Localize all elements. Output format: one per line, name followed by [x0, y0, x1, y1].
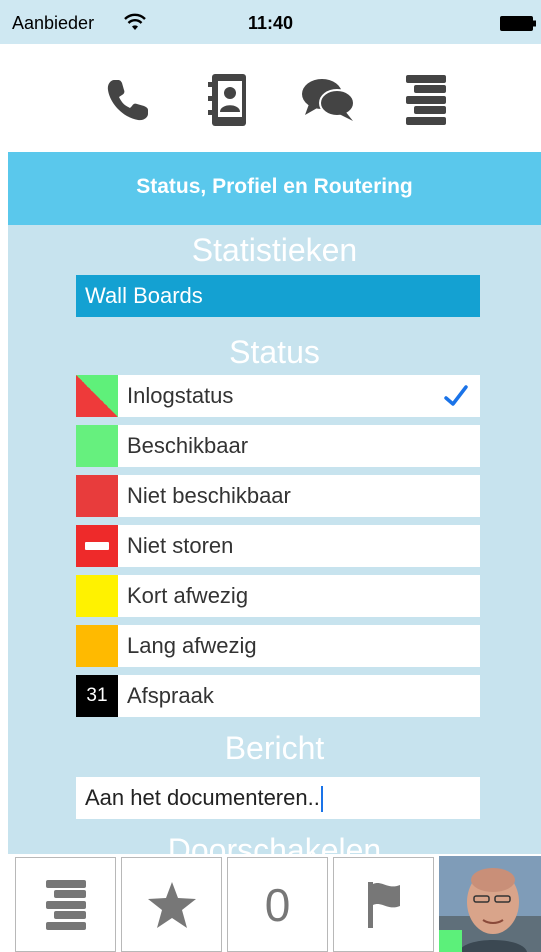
menu-icon[interactable]	[398, 72, 454, 128]
message-field[interactable]: Aan het documenteren..	[76, 777, 480, 819]
page-title: Status, Profiel en Routering	[136, 175, 413, 198]
status-label: Beschikbaar	[127, 433, 249, 458]
status-swatch-unavailable	[76, 475, 118, 517]
status-item-lang-afwezig[interactable]: Lang afwezig	[76, 625, 480, 667]
status-label: Afspraak	[127, 683, 214, 708]
panel-header: Status, Profiel en Routering	[8, 152, 541, 225]
status-swatch-login	[76, 375, 118, 417]
top-navigation	[0, 44, 541, 150]
status-heading: Status	[229, 334, 320, 370]
message-text: Aan het documenteren..	[85, 785, 320, 810]
status-item-niet-storen[interactable]: Niet storen	[76, 525, 480, 567]
settings-panel: Status, Profiel en Routering Statistieke…	[8, 152, 541, 854]
avatar[interactable]	[439, 856, 541, 952]
count-button[interactable]: 0	[227, 857, 328, 952]
menu-button[interactable]	[15, 857, 116, 952]
status-label: Lang afwezig	[127, 633, 257, 658]
flag-button[interactable]	[333, 857, 434, 952]
status-label: Niet storen	[127, 533, 234, 558]
status-label: Kort afwezig	[127, 583, 249, 608]
phone-icon[interactable]	[100, 72, 156, 128]
status-bar: Aanbieder 11:40	[0, 0, 541, 44]
status-item-beschikbaar[interactable]: Beschikbaar	[76, 425, 480, 467]
do-not-disturb-icon	[76, 525, 118, 567]
checkmark-icon	[444, 385, 468, 406]
text-caret	[320, 786, 323, 813]
status-swatch-short-away	[76, 575, 118, 617]
star-icon	[147, 881, 196, 928]
favorites-button[interactable]	[121, 857, 222, 952]
status-label: Niet beschikbaar	[127, 483, 291, 508]
status-label: Inlogstatus	[127, 383, 234, 408]
flag-icon	[367, 881, 400, 928]
contacts-icon[interactable]	[202, 72, 258, 128]
bottom-toolbar: 0	[0, 854, 541, 952]
forwarding-heading: Doorschakelen	[167, 832, 382, 854]
status-swatch-available	[76, 425, 118, 467]
status-item-afspraak[interactable]: 31 Afspraak	[76, 675, 480, 717]
status-item-niet-beschikbaar[interactable]: Niet beschikbaar	[76, 475, 480, 517]
chat-icon[interactable]	[300, 72, 356, 128]
status-swatch-long-away	[76, 625, 118, 667]
clock: 11:40	[247, 13, 294, 33]
count-label: 0	[264, 878, 291, 931]
menu-icon	[45, 879, 86, 930]
statistics-heading: Statistieken	[191, 232, 358, 268]
battery-icon	[500, 16, 536, 31]
avatar-status-badge	[439, 930, 462, 952]
status-item-inlogstatus[interactable]: Inlogstatus	[76, 375, 480, 417]
calendar-icon: 31	[76, 675, 118, 717]
message-heading: Bericht	[224, 730, 325, 766]
wall-boards-button[interactable]: Wall Boards	[76, 275, 480, 317]
status-item-kort-afwezig[interactable]: Kort afwezig	[76, 575, 480, 617]
